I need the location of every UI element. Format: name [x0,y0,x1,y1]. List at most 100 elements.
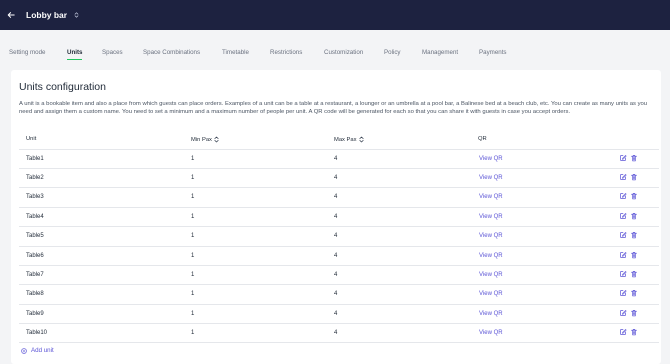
row-divider [19,148,659,150]
unit-name-cell: Table1 [26,155,44,162]
min-pax-cell: 1 [191,291,195,298]
row-divider [19,167,659,169]
view-qr-link[interactable]: View QR [479,330,503,336]
column-header-min-pax[interactable]: Min Pax [191,136,219,143]
units-description: A unit is a bookable item and also a pla… [19,101,648,116]
trash-icon[interactable] [630,212,638,220]
row-divider [19,206,659,208]
view-qr-link[interactable]: View QR [479,253,503,259]
column-header-min-pax-label: Min Pax [191,136,212,143]
trash-icon[interactable] [630,309,638,317]
row-divider [19,303,659,305]
edit-icon[interactable] [619,270,627,278]
sort-updown-icon[interactable] [214,136,219,143]
row-divider [19,226,659,228]
view-qr-link[interactable]: View QR [479,175,503,181]
trash-icon[interactable] [630,173,638,181]
max-pax-cell: 4 [334,213,338,220]
arrow-left-icon[interactable] [6,10,16,20]
venue-name[interactable]: Lobby bar [26,10,67,20]
unit-name-cell: Table4 [26,213,44,220]
trash-icon[interactable] [630,251,638,259]
trash-icon[interactable] [630,289,638,297]
tab-policy[interactable]: Policy [384,49,401,56]
edit-icon[interactable] [619,212,627,220]
view-qr-link[interactable]: View QR [479,272,503,278]
tab-spaces[interactable]: Spaces [102,49,123,56]
unit-name-cell: Table10 [26,330,48,337]
unit-name-cell: Table7 [26,271,44,278]
view-qr-link[interactable]: View QR [479,214,503,220]
row-divider [19,264,659,266]
edit-icon[interactable] [619,173,627,181]
row-divider [19,284,659,286]
tab-units[interactable]: Units [67,49,82,56]
tab-setting-mode[interactable]: Setting mode [9,49,45,56]
top-bar: Lobby bar [0,0,670,30]
column-header-max-pax[interactable]: Max Pax [334,136,364,143]
tab-restrictions[interactable]: Restrictions [270,49,302,56]
view-qr-link[interactable]: View QR [479,233,503,239]
edit-icon[interactable] [619,231,627,239]
min-pax-cell: 1 [191,330,195,337]
trash-icon[interactable] [630,231,638,239]
max-pax-cell: 4 [334,291,338,298]
unit-name-cell: Table3 [26,194,44,201]
column-header-qr: QR [478,136,487,142]
unit-name-cell: Table2 [26,174,44,181]
edit-icon[interactable] [619,192,627,200]
tab-timetable[interactable]: Timetable [222,49,249,56]
row-divider [19,187,659,189]
trash-icon[interactable] [630,328,638,336]
min-pax-cell: 1 [191,310,195,317]
column-header-max-pax-label: Max Pax [334,136,357,143]
min-pax-cell: 1 [191,271,195,278]
column-header-unit-label: Unit [26,136,37,142]
min-pax-cell: 1 [191,155,195,162]
add-unit-button[interactable]: Add unit [21,347,54,354]
tab-payments[interactable]: Payments [479,49,507,56]
unit-name-cell: Table5 [26,233,44,240]
view-qr-link[interactable]: View QR [479,291,503,297]
unit-name-cell: Table6 [26,252,44,259]
table-bottom-divider [19,342,659,343]
row-divider [19,323,659,325]
min-pax-cell: 1 [191,252,195,259]
trash-icon[interactable] [630,192,638,200]
row-divider [19,245,659,247]
tab-space-combinations[interactable]: Space Combinations [143,49,200,56]
trash-icon[interactable] [630,270,638,278]
active-tab-indicator [67,58,82,60]
max-pax-cell: 4 [334,174,338,181]
unit-name-cell: Table8 [26,291,44,298]
edit-icon[interactable] [619,154,627,162]
edit-icon[interactable] [619,289,627,297]
max-pax-cell: 4 [334,271,338,278]
max-pax-cell: 4 [334,194,338,201]
view-qr-link[interactable]: View QR [479,311,503,317]
min-pax-cell: 1 [191,174,195,181]
min-pax-cell: 1 [191,233,195,240]
page-title: Units configuration [19,81,106,93]
add-unit-label: Add unit [31,347,54,354]
tab-management[interactable]: Management [422,49,458,56]
edit-icon[interactable] [619,251,627,259]
sort-updown-icon[interactable] [359,136,364,143]
max-pax-cell: 4 [334,155,338,162]
column-header-unit: Unit [26,136,36,142]
max-pax-cell: 4 [334,310,338,317]
plus-circle-icon [21,347,27,354]
chevron-updown-icon[interactable] [73,12,79,18]
view-qr-link[interactable]: View QR [479,156,503,162]
edit-icon[interactable] [619,328,627,336]
edit-icon[interactable] [619,309,627,317]
max-pax-cell: 4 [334,233,338,240]
tab-customization[interactable]: Customization [324,49,363,56]
min-pax-cell: 1 [191,213,195,220]
column-header-qr-label: QR [478,136,487,142]
max-pax-cell: 4 [334,330,338,337]
trash-icon[interactable] [630,154,638,162]
max-pax-cell: 4 [334,252,338,259]
view-qr-link[interactable]: View QR [479,194,503,200]
unit-name-cell: Table9 [26,310,44,317]
